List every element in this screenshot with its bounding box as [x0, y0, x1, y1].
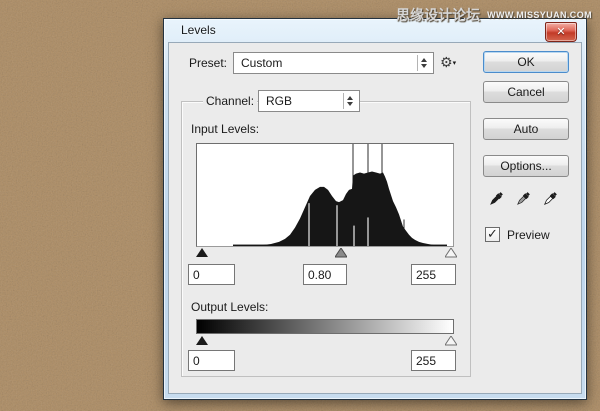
- gray-point-eyedropper-icon[interactable]: [514, 190, 532, 208]
- channel-select[interactable]: RGB: [258, 90, 360, 112]
- output-highlight-slider[interactable]: [444, 336, 457, 346]
- output-highlight-field[interactable]: [411, 350, 456, 371]
- watermark: 思缘设计论坛 WWW.MISSYUAN.COM: [396, 5, 592, 25]
- channel-value: RGB: [266, 94, 293, 108]
- input-highlight-slider[interactable]: [444, 248, 457, 258]
- input-midtone-slider[interactable]: [334, 248, 347, 258]
- input-midtone-field[interactable]: [303, 264, 347, 285]
- options-button[interactable]: Options...: [483, 155, 569, 177]
- preset-options-menu-button[interactable]: ⚙▾: [440, 54, 456, 71]
- gear-icon: ⚙: [440, 54, 453, 70]
- close-icon: ✕: [556, 26, 566, 38]
- watermark-site-url: WWW.MISSYUAN.COM: [487, 10, 592, 20]
- preview-label: Preview: [507, 227, 550, 242]
- preset-value: Custom: [241, 56, 283, 70]
- dialog-title: Levels: [181, 23, 216, 37]
- dialog-content: Preset: Custom ⚙▾ OK Cancel Auto Options…: [168, 42, 582, 394]
- stepper-icon: [417, 55, 430, 71]
- channel-label: Channel:: [203, 94, 258, 108]
- preview-row: ✓ Preview: [485, 227, 550, 242]
- ok-button[interactable]: OK: [483, 51, 569, 73]
- output-shadow-slider[interactable]: [195, 336, 208, 346]
- black-point-eyedropper-icon[interactable]: [487, 190, 505, 208]
- auto-button[interactable]: Auto: [483, 118, 569, 140]
- input-shadow-slider[interactable]: [195, 248, 208, 258]
- output-gradient-bar: [196, 319, 454, 334]
- stepper-icon: [343, 93, 356, 109]
- preset-label: Preset:: [189, 56, 228, 70]
- preview-checkbox[interactable]: ✓: [485, 227, 500, 242]
- caret-down-icon: ▾: [452, 60, 457, 67]
- close-button[interactable]: ✕: [545, 22, 577, 42]
- levels-dialog: Levels ✕ Preset: Custom ⚙▾ OK Cancel Aut…: [163, 18, 587, 400]
- white-point-eyedropper-icon[interactable]: [541, 190, 559, 208]
- preset-select[interactable]: Custom: [233, 52, 434, 74]
- input-levels-label: Input Levels:: [191, 122, 260, 136]
- output-slider-track: [195, 336, 457, 347]
- watermark-site-name: 思缘设计论坛: [396, 7, 481, 23]
- eyedropper-group: [487, 190, 559, 208]
- input-shadow-field[interactable]: [188, 264, 235, 285]
- output-levels-label: Output Levels:: [191, 300, 269, 314]
- cancel-button[interactable]: Cancel: [483, 81, 569, 103]
- input-highlight-field[interactable]: [411, 264, 456, 285]
- output-shadow-field[interactable]: [188, 350, 235, 371]
- histogram-chart: [233, 144, 447, 246]
- histogram-panel: [196, 143, 454, 247]
- input-slider-track: [195, 248, 457, 259]
